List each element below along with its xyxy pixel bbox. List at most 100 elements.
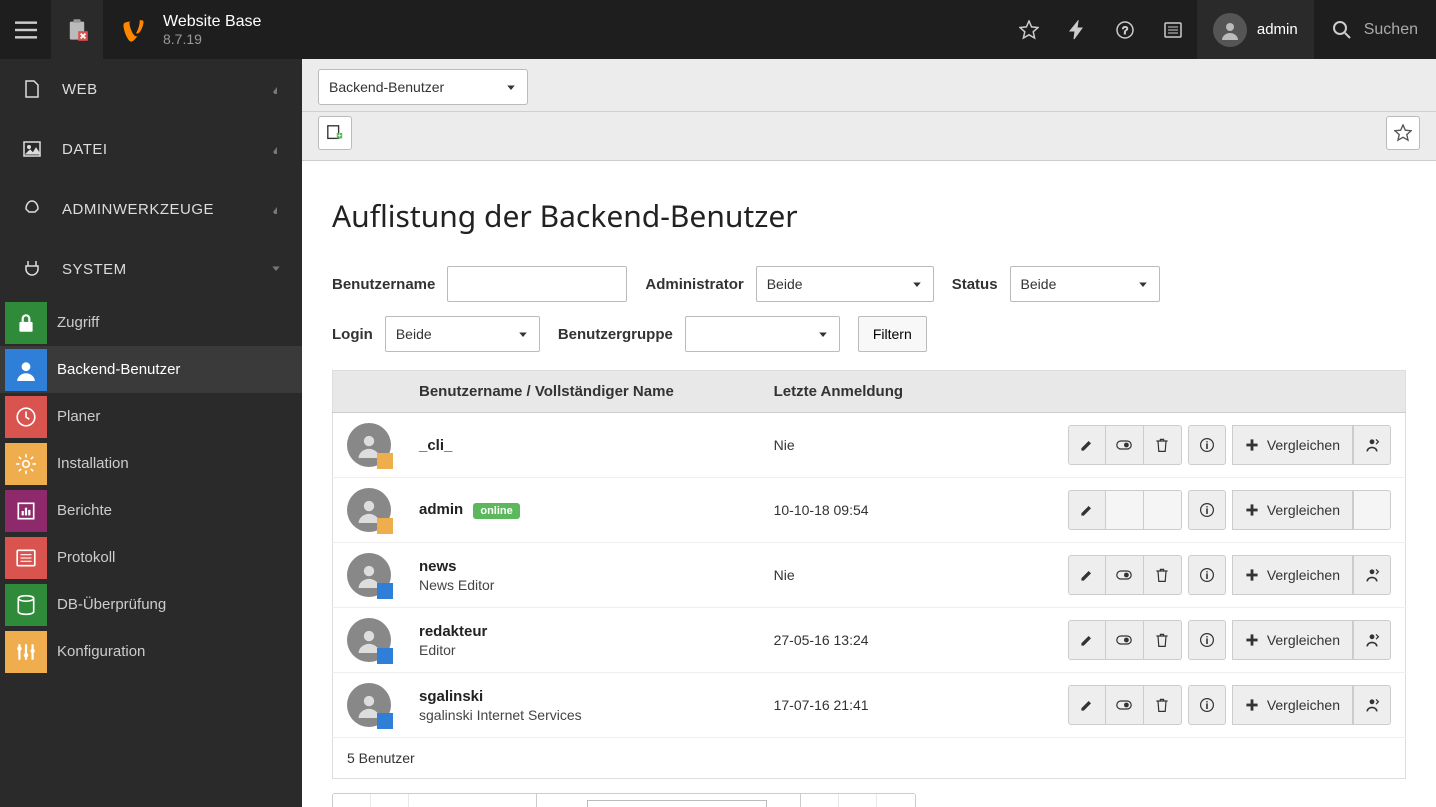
sidebar-item-reports[interactable]: Berichte (0, 487, 302, 534)
menu-toggle[interactable] (0, 0, 51, 59)
sidebar-item-dbcheck[interactable]: DB-Überprüfung (0, 581, 302, 628)
avatar (347, 423, 391, 467)
compare-button[interactable]: Vergleichen (1232, 620, 1353, 660)
disable-button[interactable] (1106, 425, 1144, 465)
bookmark-page-button[interactable] (1386, 116, 1420, 150)
section-system[interactable]: SYSTEM (0, 239, 302, 299)
cache-button[interactable] (1053, 0, 1101, 59)
avatar (347, 683, 391, 727)
module-sidebar: WEB DATEI ADMINWERKZEUGE SYSTEM ZugriffB… (0, 59, 302, 807)
plus-icon (1245, 568, 1259, 582)
page-input[interactable] (587, 800, 767, 807)
disable-button[interactable] (1106, 685, 1144, 725)
module-select-value: Backend-Benutzer (329, 79, 444, 95)
info-button[interactable] (1188, 685, 1226, 725)
typo3-icon (118, 16, 146, 44)
select-status[interactable]: Beide (1010, 266, 1160, 302)
sidebar-item-scheduler[interactable]: Planer (0, 393, 302, 440)
topbar-module-badge[interactable] (51, 0, 103, 59)
section-label: WEB (62, 81, 98, 98)
info-button[interactable] (1188, 555, 1226, 595)
username: _cli_ (419, 437, 746, 454)
search-icon (1332, 20, 1352, 40)
toggle-icon (1116, 632, 1132, 648)
switch-user-button[interactable] (1353, 685, 1391, 725)
switch-user-icon (1364, 437, 1380, 453)
select-status-value: Beide (1021, 276, 1057, 292)
chevron-left-icon (270, 141, 282, 158)
section-admintools[interactable]: ADMINWERKZEUGE (0, 179, 302, 239)
sidebar-item-config[interactable]: Konfiguration (0, 628, 302, 675)
edit-button[interactable] (1068, 425, 1106, 465)
edit-button[interactable] (1068, 555, 1106, 595)
delete-button[interactable] (1144, 425, 1182, 465)
file-icon (20, 79, 44, 99)
select-login[interactable]: Beide (385, 316, 540, 352)
disable-button[interactable] (1106, 555, 1144, 595)
module-select[interactable]: Backend-Benutzer (318, 69, 528, 105)
label-admin: Administrator (645, 276, 743, 293)
bookmark-button[interactable] (1005, 0, 1053, 59)
username: news (419, 558, 746, 575)
sidebar-item-log[interactable]: Protokoll (0, 534, 302, 581)
delete-button[interactable] (1144, 620, 1182, 660)
delete-button[interactable] (1144, 555, 1182, 595)
switch-user-button (1353, 490, 1391, 530)
delete-button[interactable] (1144, 685, 1182, 725)
compare-button[interactable]: Vergleichen (1232, 425, 1353, 465)
page-prev[interactable] (371, 794, 409, 807)
info-button[interactable] (1188, 490, 1226, 530)
sidebar-item-label: Planer (57, 408, 100, 425)
reports-icon (5, 490, 47, 532)
section-label: SYSTEM (62, 261, 127, 278)
select-admin[interactable]: Beide (756, 266, 934, 302)
fullname: sgalinski Internet Services (419, 707, 746, 723)
switch-user-button[interactable] (1353, 425, 1391, 465)
page-first[interactable] (333, 794, 371, 807)
page-title: Auflistung der Backend-Benutzer (332, 195, 1406, 236)
topbar: Website Base 8.7.19 admin Suchen (0, 0, 1436, 59)
label-username: Benutzername (332, 276, 435, 293)
info-icon (1199, 567, 1215, 583)
table-row: _cli_ Nie Vergleichen (333, 413, 1406, 478)
edit-button[interactable] (1068, 685, 1106, 725)
section-label: DATEI (62, 141, 108, 158)
switch-user-button[interactable] (1353, 555, 1391, 595)
compare-button[interactable]: Vergleichen (1232, 685, 1353, 725)
section-web[interactable]: WEB (0, 59, 302, 119)
fullname: News Editor (419, 577, 746, 593)
filter-button[interactable]: Filtern (858, 316, 927, 352)
online-badge: online (473, 503, 519, 519)
edit-button[interactable] (1068, 620, 1106, 660)
sidebar-item-access[interactable]: Zugriff (0, 299, 302, 346)
user-menu[interactable]: admin (1197, 0, 1314, 59)
select-group[interactable] (685, 316, 840, 352)
page-last[interactable] (839, 794, 877, 807)
typo3-logo (103, 0, 161, 59)
avatar-badge (377, 518, 393, 534)
edit-button[interactable] (1068, 490, 1106, 530)
info-button[interactable] (1188, 425, 1226, 465)
info-icon (1199, 697, 1215, 713)
page-next[interactable] (801, 794, 839, 807)
compare-label: Vergleichen (1267, 632, 1340, 648)
last-login: 27-05-16 13:24 (760, 608, 957, 673)
compare-button[interactable]: Vergleichen (1232, 555, 1353, 595)
last-login: 17-07-16 21:41 (760, 673, 957, 738)
compare-button[interactable]: Vergleichen (1232, 490, 1353, 530)
disable-button[interactable] (1106, 620, 1144, 660)
sidebar-item-beuser[interactable]: Backend-Benutzer (0, 346, 302, 393)
search-toggle[interactable]: Suchen (1314, 0, 1436, 59)
page-refresh[interactable] (877, 794, 915, 807)
syslog-button[interactable] (1149, 0, 1197, 59)
input-username[interactable] (447, 266, 627, 302)
sidebar-item-install[interactable]: Installation (0, 440, 302, 487)
info-button[interactable] (1188, 620, 1226, 660)
new-record-button[interactable] (318, 116, 352, 150)
section-file[interactable]: DATEI (0, 119, 302, 179)
switch-user-button[interactable] (1353, 620, 1391, 660)
help-button[interactable] (1101, 0, 1149, 59)
select-login-value: Beide (396, 326, 432, 342)
info-icon (1199, 502, 1215, 518)
section-label: ADMINWERKZEUGE (62, 201, 214, 218)
